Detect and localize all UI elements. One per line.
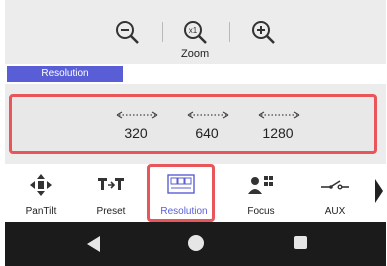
resolution-options-panel: 320 640 1280 [9,94,377,154]
preset-icon [98,178,124,190]
focus-icon [248,176,273,194]
resolution-icon [167,174,195,194]
nav-label: Focus [247,206,275,217]
nav-item-aux[interactable]: AUX [301,164,369,222]
zoom-toolbar: x1 Zoom [5,0,386,64]
chevron-right-icon[interactable] [374,178,384,204]
resolution-option-320[interactable]: 320 [106,107,166,147]
zoom-in-icon [252,21,275,44]
home-icon[interactable] [188,235,204,251]
zoom-out-button[interactable] [113,18,141,46]
bottom-navigation: PanTilt Preset Resolution Focus AUX [5,164,386,222]
nav-item-preset[interactable]: Preset [77,164,145,222]
nav-item-focus[interactable]: Focus [227,164,295,222]
width-arrows-icon [258,111,300,119]
zoom-label: Zoom [181,48,210,60]
recent-apps-icon[interactable] [294,236,307,249]
resolution-option-label: 1280 [262,125,294,141]
zoom-1x-icon: x1 [184,21,207,44]
divider [162,22,163,42]
resolution-option-label: 320 [124,125,148,141]
nav-label: PanTilt [25,206,57,217]
resolution-option-640[interactable]: 640 [177,107,237,147]
nav-label: Resolution [160,206,208,217]
resolution-option-1280[interactable]: 1280 [248,107,308,147]
tab-resolution[interactable]: Resolution [7,66,123,82]
aux-switch-icon [321,180,349,190]
system-navigation-bar [5,222,386,266]
nav-label: Preset [96,206,126,217]
width-arrows-icon [187,111,229,119]
divider [229,22,230,42]
width-arrows-icon [116,111,158,119]
nav-item-resolution[interactable]: Resolution [147,164,215,222]
zoom-out-icon [116,21,139,44]
back-icon[interactable] [87,236,101,252]
resolution-option-label: 640 [195,125,219,141]
zoom-in-button[interactable] [249,18,277,46]
zoom-1x-button[interactable]: x1 [181,18,209,46]
app-screen: x1 Zoom Resolution 320 640 1280 PanTilt … [5,0,386,266]
zoom-1x-text: x1 [189,26,198,35]
nav-item-pantilt[interactable]: PanTilt [7,164,75,222]
pan-tilt-icon [30,174,52,196]
nav-label: AUX [324,206,346,217]
